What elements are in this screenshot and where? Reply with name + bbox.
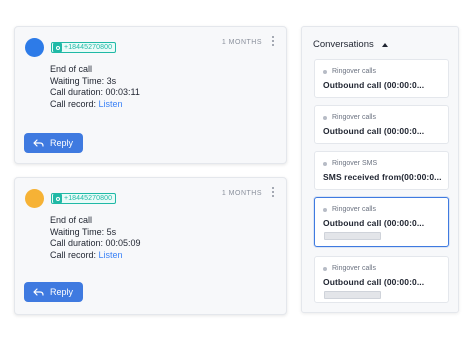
conversation-title: Outbound call (00:00:0... bbox=[323, 277, 425, 287]
conversation-source-label: Ringover calls bbox=[332, 68, 376, 75]
reply-label: Reply bbox=[50, 138, 74, 148]
more-options-icon[interactable] bbox=[271, 187, 275, 197]
conversation-source-label: Ringover SMS bbox=[332, 160, 378, 167]
conversation-item-selected[interactable]: Ringover calls Outbound call (00:00:0... bbox=[314, 197, 449, 247]
call-details: End of call Waiting Time: 5s Call durati… bbox=[50, 215, 141, 261]
conversation-item[interactable]: Ringover calls Outbound call (00:00:0... bbox=[314, 59, 449, 98]
more-options-icon[interactable] bbox=[271, 36, 275, 46]
status-dot-icon bbox=[323, 266, 327, 271]
call-status: End of call bbox=[50, 215, 93, 225]
waiting-time: Waiting Time: 5s bbox=[50, 226, 117, 237]
call-log-card: +18445270800 1 MONTHS End of call Waitin… bbox=[14, 26, 287, 164]
reply-label: Reply bbox=[50, 287, 74, 297]
reply-button[interactable]: Reply bbox=[24, 282, 83, 302]
phone-tag-icon bbox=[53, 194, 62, 203]
status-dot-icon bbox=[323, 69, 327, 74]
call-record-label: Call record: bbox=[50, 98, 97, 109]
status-dot-icon bbox=[323, 161, 327, 166]
conversation-source: Ringover calls bbox=[323, 114, 376, 121]
content-placeholder bbox=[324, 232, 381, 240]
status-dot-icon bbox=[323, 207, 327, 212]
reply-button[interactable]: Reply bbox=[24, 133, 83, 153]
phone-tag-icon bbox=[53, 43, 62, 52]
phone-number-tag: +18445270800 bbox=[51, 193, 117, 204]
reply-icon bbox=[33, 139, 44, 147]
conversations-title: Conversations bbox=[313, 39, 374, 50]
call-duration: Call duration: 00:03:11 bbox=[50, 87, 140, 97]
conversations-panel: Conversations Ringover calls Outbound ca… bbox=[301, 26, 459, 313]
conversation-item[interactable]: Ringover calls Outbound call (00:00:0... bbox=[314, 105, 449, 144]
conversation-source: Ringover calls bbox=[323, 265, 376, 272]
conversation-title: Outbound call (00:00:0... bbox=[323, 80, 425, 90]
call-record-row: Call record: Listen bbox=[50, 250, 141, 262]
conversation-item[interactable]: Ringover calls Outbound call (00:00:0... bbox=[314, 256, 449, 303]
timestamp: 1 MONTHS bbox=[221, 39, 262, 46]
avatar bbox=[25, 189, 44, 208]
conversation-title: Outbound call (00:00:0... bbox=[323, 218, 425, 228]
listen-link[interactable]: Listen bbox=[99, 99, 123, 109]
conversation-source-label: Ringover calls bbox=[332, 265, 376, 272]
conversations-header[interactable]: Conversations bbox=[313, 39, 388, 50]
call-log-card: +18445270800 1 MONTHS End of call Waitin… bbox=[14, 177, 287, 315]
phone-number: +18445270800 bbox=[64, 44, 113, 51]
conversation-title: Outbound call (00:00:0... bbox=[323, 126, 425, 136]
call-duration: Call duration: 00:05:09 bbox=[50, 238, 141, 248]
call-status: End of call bbox=[50, 64, 93, 74]
phone-number-tag: +18445270800 bbox=[51, 42, 117, 53]
reply-icon bbox=[33, 288, 44, 296]
waiting-time: Waiting Time: 3s bbox=[50, 75, 117, 86]
call-record-row: Call record: Listen bbox=[50, 99, 140, 111]
conversation-item[interactable]: Ringover SMS SMS received from(00:00:0..… bbox=[314, 151, 449, 190]
conversation-title: SMS received from(00:00:0... bbox=[323, 172, 442, 182]
phone-number: +18445270800 bbox=[64, 195, 113, 202]
avatar bbox=[25, 38, 44, 57]
timestamp: 1 MONTHS bbox=[221, 190, 262, 197]
conversation-source: Ringover calls bbox=[323, 68, 376, 75]
conversation-source: Ringover SMS bbox=[323, 160, 377, 167]
caret-up-icon bbox=[381, 42, 388, 47]
call-details: End of call Waiting Time: 3s Call durati… bbox=[50, 64, 140, 110]
conversation-source-label: Ringover calls bbox=[332, 206, 376, 213]
content-placeholder bbox=[324, 291, 381, 299]
call-record-label: Call record: bbox=[50, 249, 97, 260]
conversation-source-label: Ringover calls bbox=[332, 114, 376, 121]
listen-link[interactable]: Listen bbox=[99, 250, 123, 260]
status-dot-icon bbox=[323, 115, 327, 120]
conversation-source: Ringover calls bbox=[323, 206, 376, 213]
